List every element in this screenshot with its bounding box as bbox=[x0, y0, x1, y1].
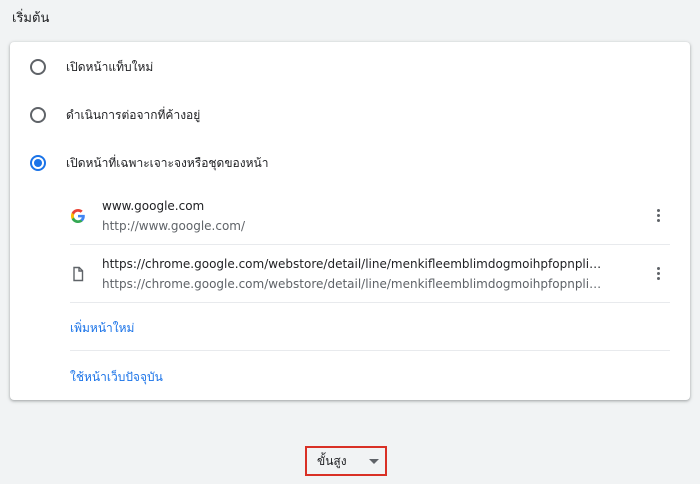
startup-option-new-tab[interactable]: เปิดหน้าแท็บใหม่ bbox=[10, 43, 690, 91]
use-current-pages-link[interactable]: ใช้หน้าเว็บปัจจุบัน bbox=[70, 368, 163, 387]
more-actions-icon[interactable] bbox=[648, 263, 668, 283]
startup-option-label: เปิดหน้าแท็บใหม่ bbox=[66, 59, 154, 74]
chevron-down-icon bbox=[369, 459, 379, 464]
section-title: เริ่มต้น bbox=[12, 11, 50, 26]
radio-continue[interactable] bbox=[30, 107, 46, 123]
divider bbox=[70, 302, 670, 303]
startup-option-specific-pages[interactable]: เปิดหน้าที่เฉพาะเจาะจงหรือชุดของหน้า bbox=[10, 139, 690, 187]
page-url: https://chrome.google.com/webstore/detai… bbox=[102, 277, 607, 291]
advanced-button[interactable]: ขั้นสูง bbox=[305, 446, 387, 476]
page-url: http://www.google.com/ bbox=[102, 219, 246, 233]
add-page-link[interactable]: เพิ่มหน้าใหม่ bbox=[70, 319, 134, 338]
advanced-label: ขั้นสูง bbox=[317, 453, 347, 468]
radio-new-tab[interactable] bbox=[30, 59, 46, 75]
page-icon bbox=[73, 266, 84, 282]
radio-specific-pages[interactable] bbox=[30, 155, 46, 171]
google-g-icon bbox=[71, 209, 85, 223]
startup-option-label: ดำเนินการต่อจากที่ค้างอยู่ bbox=[66, 107, 201, 122]
startup-card: เปิดหน้าแท็บใหม่ ดำเนินการต่อจากที่ค้างอ… bbox=[10, 42, 690, 400]
page-title: www.google.com bbox=[102, 199, 205, 213]
startup-page-row: https://chrome.google.com/webstore/detai… bbox=[70, 245, 670, 303]
divider bbox=[70, 350, 670, 351]
startup-option-continue[interactable]: ดำเนินการต่อจากที่ค้างอยู่ bbox=[10, 91, 690, 139]
startup-option-label: เปิดหน้าที่เฉพาะเจาะจงหรือชุดของหน้า bbox=[66, 155, 269, 170]
page-title: https://chrome.google.com/webstore/detai… bbox=[102, 257, 607, 271]
more-actions-icon[interactable] bbox=[648, 205, 668, 225]
startup-page-row: www.google.com http://www.google.com/ bbox=[70, 187, 670, 245]
